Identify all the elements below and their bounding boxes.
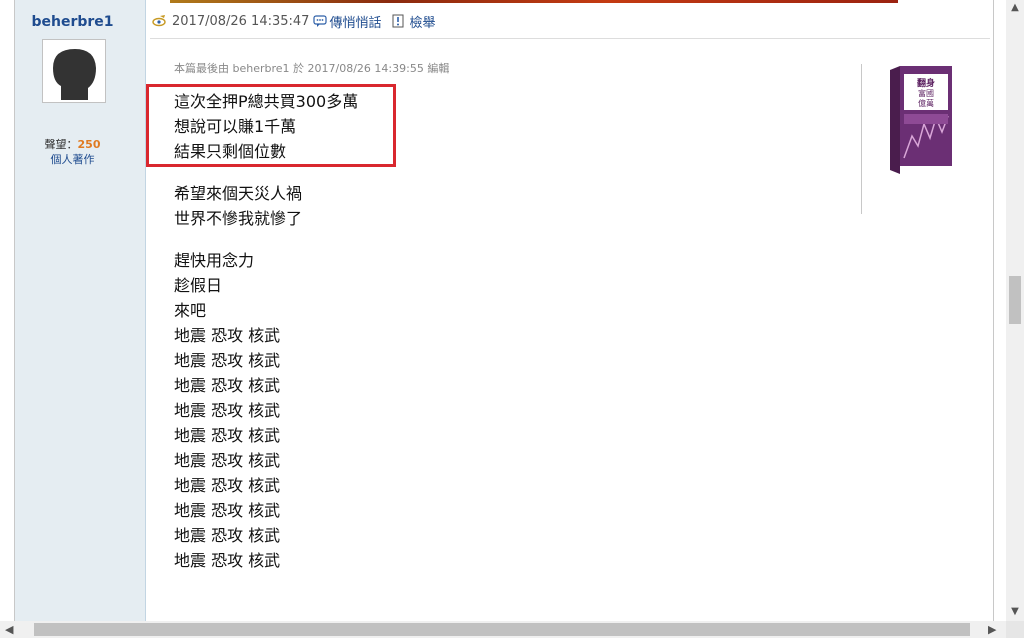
chat-icon[interactable] bbox=[313, 14, 328, 28]
ad-divider bbox=[861, 64, 862, 214]
post-line: 地震 恐攻 核武 bbox=[174, 501, 281, 520]
post-timestamp: 2017/08/26 14:35:47 bbox=[172, 13, 310, 29]
default-avatar-icon bbox=[43, 40, 105, 102]
red-highlight-box bbox=[146, 84, 396, 167]
frame-right-border bbox=[993, 0, 994, 621]
post-line: 世界不慘我就慘了 bbox=[174, 209, 303, 228]
eye-pen-icon bbox=[152, 14, 166, 28]
post-line: 地震 恐攻 核武 bbox=[174, 326, 281, 345]
vertical-scrollbar[interactable]: ▲ ▼ bbox=[1006, 0, 1024, 621]
scrollbar-corner bbox=[1006, 621, 1024, 638]
post-line: 趕快用念力 bbox=[174, 251, 255, 270]
post-line: 來吧 bbox=[174, 301, 207, 320]
reputation-label: 聲望： bbox=[44, 138, 78, 151]
avatar[interactable] bbox=[42, 39, 106, 103]
post-line: 趁假日 bbox=[174, 276, 223, 295]
edited-note: 本篇最後由 beherbre1 於 2017/08/26 14:39:55 編輯 bbox=[174, 62, 450, 75]
book-ad[interactable]: 翻身 富國 億萬 bbox=[890, 66, 952, 174]
post-line: 地震 恐攻 核武 bbox=[174, 351, 281, 370]
reputation-value: 250 bbox=[77, 138, 101, 151]
paragraph-3: 趕快用念力 趁假日 來吧 地震 恐攻 核武 地震 恐攻 核武 地震 恐攻 核武 … bbox=[174, 248, 280, 573]
reputation-stat: 聲望：250 bbox=[0, 136, 145, 152]
report-link[interactable]: 檢舉 bbox=[409, 12, 435, 31]
horizontal-scroll-thumb[interactable] bbox=[34, 623, 970, 636]
post-line: 地震 恐攻 核武 bbox=[174, 476, 281, 495]
post-line: 地震 恐攻 核武 bbox=[174, 551, 281, 570]
paragraph-2: 希望來個天災人禍 世界不慘我就慘了 bbox=[174, 181, 302, 231]
scroll-down-icon[interactable]: ▼ bbox=[1006, 606, 1024, 617]
vertical-scroll-thumb[interactable] bbox=[1009, 276, 1021, 324]
scroll-left-icon[interactable]: ◀ bbox=[5, 621, 13, 638]
post-line: 地震 恐攻 核武 bbox=[174, 426, 281, 445]
username-link[interactable]: beherbre1 bbox=[0, 14, 145, 30]
book-title-line: 翻身 bbox=[917, 77, 935, 89]
post-line: 地震 恐攻 核武 bbox=[174, 401, 281, 420]
works-link[interactable]: 個人著作 bbox=[0, 151, 145, 167]
book-title-line: 億萬 bbox=[918, 98, 934, 108]
scroll-up-icon[interactable]: ▲ bbox=[1006, 2, 1024, 13]
post-line: 地震 恐攻 核武 bbox=[174, 376, 281, 395]
horizontal-scrollbar[interactable]: ◀ ▶ bbox=[0, 621, 1006, 638]
top-banner-strip bbox=[170, 0, 898, 3]
book-title-line: 富國 bbox=[918, 88, 934, 98]
scroll-right-icon[interactable]: ▶ bbox=[988, 621, 996, 638]
page: beherbre1 聲望：250 個人著作 2017/08/26 14:35:4… bbox=[0, 0, 1006, 621]
report-icon[interactable] bbox=[391, 14, 405, 28]
post-line: 地震 恐攻 核武 bbox=[174, 526, 281, 545]
meta-divider bbox=[150, 38, 990, 39]
post-meta-bar: 2017/08/26 14:35:47 傳悄悄話 檢舉 bbox=[152, 11, 435, 31]
post-line: 希望來個天災人禍 bbox=[174, 184, 303, 203]
pm-link[interactable]: 傳悄悄話 bbox=[329, 12, 381, 31]
post-line: 地震 恐攻 核武 bbox=[174, 451, 281, 470]
book-cover-image: 翻身 富國 億萬 bbox=[890, 66, 952, 174]
